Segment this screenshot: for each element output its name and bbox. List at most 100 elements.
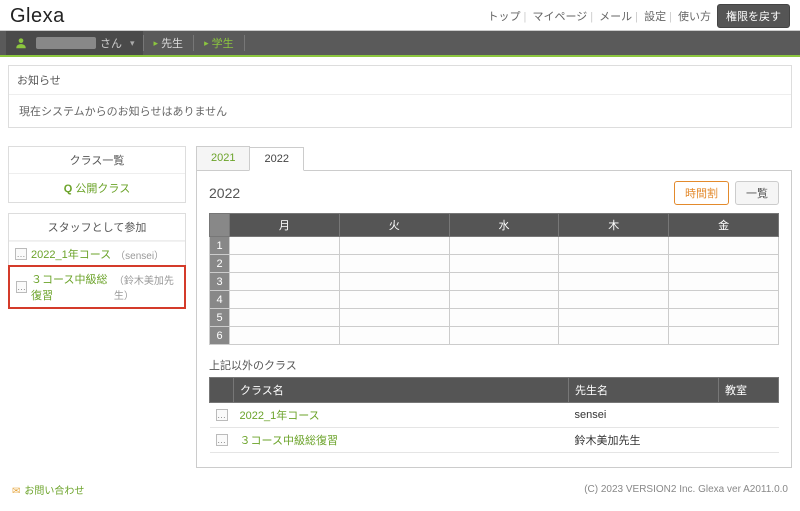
timetable-cell[interactable] xyxy=(230,291,340,309)
timetable-cell[interactable] xyxy=(339,327,449,345)
day-header-mon: 月 xyxy=(230,214,340,237)
other-col-toggle xyxy=(210,378,234,403)
timetable-cell[interactable] xyxy=(559,309,669,327)
other-col-classname: クラス名 xyxy=(234,378,569,403)
tab-2022[interactable]: 2022 xyxy=(249,147,303,171)
period-num: 3 xyxy=(210,273,230,291)
period-num: 2 xyxy=(210,255,230,273)
link-mypage[interactable]: マイページ xyxy=(532,11,587,23)
other-class-room xyxy=(719,403,779,428)
person-icon xyxy=(14,36,28,50)
timetable-button[interactable]: 時間割 xyxy=(674,181,729,205)
timetable-cell[interactable] xyxy=(669,327,779,345)
sidebar: クラス一覧 Q 公開クラス スタッフとして参加 … 2022_1年コース （se… xyxy=(8,146,186,468)
timetable-cell[interactable] xyxy=(230,273,340,291)
timetable-cell[interactable] xyxy=(449,327,559,345)
period-num: 5 xyxy=(210,309,230,327)
timetable-cell[interactable] xyxy=(230,309,340,327)
timetable-cell[interactable] xyxy=(339,273,449,291)
other-class-teacher: 鈴木美加先生 xyxy=(569,428,719,453)
class-list-header: クラス一覧 xyxy=(9,147,185,174)
main-content: 2021 2022 2022 時間割 一覧 月 火 水 木 金 xyxy=(196,146,792,468)
link-mail[interactable]: メール xyxy=(599,11,632,23)
period-num: 1 xyxy=(210,237,230,255)
nav-student[interactable]: ▸学生 xyxy=(194,31,244,55)
tree-toggle-icon[interactable]: … xyxy=(15,248,27,260)
mail-icon: ✉ xyxy=(12,486,20,497)
year-tabs: 2021 2022 xyxy=(196,146,792,171)
timetable-cell[interactable] xyxy=(449,309,559,327)
timetable-row: 6 xyxy=(210,327,779,345)
logo: Glexa xyxy=(10,5,65,28)
timetable-cell[interactable] xyxy=(559,255,669,273)
timetable-cell[interactable] xyxy=(669,291,779,309)
link-settings[interactable]: 設定 xyxy=(644,11,666,23)
day-header-tue: 火 xyxy=(339,214,449,237)
timetable-cell[interactable] xyxy=(559,273,669,291)
link-howto[interactable]: 使い方 xyxy=(678,11,711,23)
staff-class-row-0[interactable]: … 2022_1年コース （sensei） xyxy=(9,241,185,266)
other-class-link[interactable]: 2022_1年コース xyxy=(240,410,320,422)
tab-2021[interactable]: 2021 xyxy=(196,146,250,170)
staff-class-label[interactable]: ３コース中級総復習 xyxy=(31,271,110,303)
timetable-cell[interactable] xyxy=(669,309,779,327)
public-class-link[interactable]: Q 公開クラス xyxy=(64,183,130,195)
footer: ✉お問い合わせ (C) 2023 VERSION2 Inc. Glexa ver… xyxy=(0,476,800,511)
day-header-fri: 金 xyxy=(669,214,779,237)
link-top[interactable]: トップ xyxy=(488,11,521,23)
timetable-cell[interactable] xyxy=(230,255,340,273)
other-class-teacher: sensei xyxy=(569,403,719,428)
timetable-cell[interactable] xyxy=(339,309,449,327)
day-header-thu: 木 xyxy=(559,214,669,237)
staff-class-teacher: （鈴木美加先生） xyxy=(114,272,178,302)
other-col-room: 教室 xyxy=(719,378,779,403)
year-panel: 2022 時間割 一覧 月 火 水 木 金 1 2 3 4 xyxy=(196,171,792,468)
staff-class-label[interactable]: 2022_1年コース xyxy=(31,246,111,262)
top-links: トップ| マイページ| メール| 設定| 使い方 xyxy=(488,8,711,24)
timetable-cell[interactable] xyxy=(230,327,340,345)
timetable-cell[interactable] xyxy=(449,255,559,273)
list-button[interactable]: 一覧 xyxy=(735,181,779,205)
timetable-cell[interactable] xyxy=(449,273,559,291)
staff-panel: スタッフとして参加 … 2022_1年コース （sensei） … ３コース中級… xyxy=(8,213,186,309)
other-class-link[interactable]: ３コース中級総復習 xyxy=(240,435,338,447)
tree-toggle-icon[interactable]: … xyxy=(216,434,228,446)
timetable-row: 3 xyxy=(210,273,779,291)
timetable: 月 火 水 木 金 1 2 3 4 5 6 xyxy=(209,213,779,345)
timetable-cell[interactable] xyxy=(230,237,340,255)
username-redacted xyxy=(36,37,96,49)
chevron-down-icon: ▾ xyxy=(130,38,135,49)
year-title: 2022 xyxy=(209,185,240,201)
nav-teacher[interactable]: ▸先生 xyxy=(144,31,194,55)
timetable-cell[interactable] xyxy=(449,291,559,309)
timetable-cell[interactable] xyxy=(559,237,669,255)
timetable-cell[interactable] xyxy=(339,291,449,309)
staff-class-row-1[interactable]: … ３コース中級総復習 （鈴木美加先生） xyxy=(8,265,186,309)
timetable-cell[interactable] xyxy=(339,237,449,255)
timetable-row: 4 xyxy=(210,291,779,309)
tree-toggle-icon[interactable]: … xyxy=(216,409,228,421)
period-num: 6 xyxy=(210,327,230,345)
timetable-row: 1 xyxy=(210,237,779,255)
staff-class-teacher: （sensei） xyxy=(115,247,164,262)
return-privilege-button[interactable]: 権限を戻す xyxy=(717,4,790,28)
notice-body: 現在システムからのお知らせはありません xyxy=(9,95,791,127)
period-num: 4 xyxy=(210,291,230,309)
main-wrap: クラス一覧 Q 公開クラス スタッフとして参加 … 2022_1年コース （se… xyxy=(0,138,800,476)
notice-title: お知らせ xyxy=(9,66,791,95)
search-icon: Q xyxy=(64,183,76,195)
timetable-cell[interactable] xyxy=(669,255,779,273)
timetable-cell[interactable] xyxy=(339,255,449,273)
timetable-cell[interactable] xyxy=(559,291,669,309)
timetable-cell[interactable] xyxy=(449,237,559,255)
tree-toggle-icon[interactable]: … xyxy=(16,281,27,293)
timetable-corner xyxy=(210,214,230,237)
user-block[interactable]: さん ▾ xyxy=(6,31,143,55)
other-col-teacher: 先生名 xyxy=(569,378,719,403)
timetable-cell[interactable] xyxy=(559,327,669,345)
other-class-row: … ３コース中級総復習 鈴木美加先生 xyxy=(210,428,779,453)
timetable-cell[interactable] xyxy=(669,237,779,255)
timetable-cell[interactable] xyxy=(669,273,779,291)
contact-link[interactable]: ✉お問い合わせ xyxy=(12,482,84,497)
day-header-wed: 水 xyxy=(449,214,559,237)
